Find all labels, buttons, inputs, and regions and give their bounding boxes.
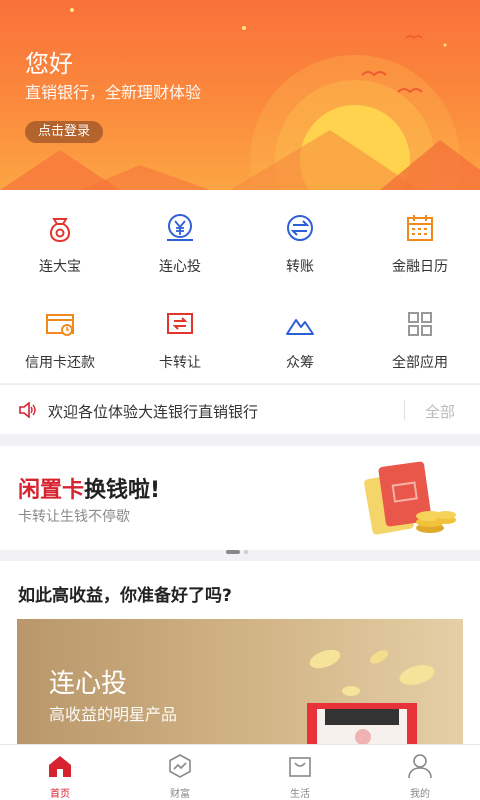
login-button[interactable]: 点击登录 bbox=[25, 121, 104, 143]
quick-action-card-transfer[interactable]: 卡转让 bbox=[120, 286, 240, 382]
quick-action-transfer[interactable]: 转账 bbox=[240, 190, 360, 286]
quick-action-liandabao[interactable]: 连大宝 bbox=[0, 190, 120, 286]
promo-subtitle: 卡转让生钱不停歇 bbox=[18, 509, 130, 525]
calendar-icon bbox=[407, 215, 433, 241]
quick-action-credit-card[interactable]: 信用卡还款 bbox=[0, 286, 120, 382]
promo-title-highlight: 闲置卡 bbox=[18, 478, 85, 503]
quick-action-label: 金融日历 bbox=[392, 259, 448, 275]
quick-action-label: 全部应用 bbox=[392, 355, 448, 371]
credit-card-icon bbox=[46, 314, 74, 336]
tab-home[interactable]: 首页 bbox=[0, 745, 120, 800]
quick-actions-grid: 连大宝 连心投 转账 金融日历 信用卡还款 卡转让 众筹 全部应用 bbox=[0, 190, 480, 383]
grid-apps-icon bbox=[408, 312, 432, 336]
quick-action-lianxintou[interactable]: 连心投 bbox=[120, 190, 240, 286]
view-all-link[interactable]: 全部 bbox=[425, 401, 455, 422]
divider bbox=[404, 400, 405, 420]
section-heading: 如此高收益，你准备好了吗? bbox=[18, 586, 232, 606]
promo-title-rest: 换钱啦! bbox=[84, 478, 161, 503]
greeting-subtitle: 直销银行，全新理财体验 bbox=[25, 83, 202, 102]
speaker-icon bbox=[19, 402, 36, 418]
carousel-dot bbox=[244, 550, 248, 554]
product-card-title: 连心投 bbox=[49, 669, 128, 699]
money-bag-icon bbox=[50, 218, 70, 243]
promo-title: 闲置卡换钱啦! bbox=[18, 472, 160, 504]
quick-action-label: 连大宝 bbox=[39, 259, 81, 275]
quick-action-label: 转账 bbox=[286, 259, 314, 275]
tab-mine[interactable]: 我的 bbox=[360, 745, 480, 800]
announcement-bar[interactable]: 欢迎各位体验大连银行直销银行 全部 bbox=[0, 384, 480, 434]
gift-box-coins-illustration bbox=[307, 649, 435, 749]
transfer-icon bbox=[287, 215, 313, 241]
greeting-title: 您好 bbox=[25, 50, 73, 78]
tab-life[interactable]: 生活 bbox=[240, 745, 360, 800]
cards-coins-illustration bbox=[364, 461, 456, 535]
header-banner: 您好 直销银行，全新理财体验 点击登录 bbox=[0, 0, 480, 190]
quick-action-calendar[interactable]: 金融日历 bbox=[360, 190, 480, 286]
announcement-text: 欢迎各位体验大连银行直销银行 bbox=[48, 403, 259, 421]
tab-label: 我的 bbox=[410, 789, 430, 800]
promo-banner[interactable]: 闲置卡换钱啦! 卡转让生钱不停歇 bbox=[0, 446, 480, 554]
high-yield-section: 如此高收益，你准备好了吗? 连心投 高收益的明星产品 bbox=[0, 561, 480, 751]
quick-action-all-apps[interactable]: 全部应用 bbox=[360, 286, 480, 382]
tab-label: 生活 bbox=[290, 789, 310, 800]
quick-action-crowdfunding[interactable]: 众筹 bbox=[240, 286, 360, 382]
quick-action-label: 信用卡还款 bbox=[25, 355, 95, 371]
lianxintou-product-card[interactable]: 连心投 高收益的明星产品 bbox=[17, 619, 463, 749]
mountain-icon bbox=[286, 319, 314, 335]
tab-label: 财富 bbox=[170, 789, 190, 800]
quick-action-label: 卡转让 bbox=[159, 355, 201, 371]
product-card-subtitle: 高收益的明星产品 bbox=[49, 705, 178, 724]
carousel-indicator bbox=[226, 539, 252, 558]
home-icon bbox=[49, 756, 71, 777]
tab-label: 首页 bbox=[50, 789, 70, 800]
wealth-icon bbox=[169, 754, 191, 778]
quick-action-label: 连心投 bbox=[159, 259, 201, 275]
tab-wealth[interactable]: 财富 bbox=[120, 745, 240, 800]
card-transfer-icon bbox=[167, 313, 193, 334]
life-bag-icon bbox=[289, 757, 311, 777]
quick-action-label: 众筹 bbox=[286, 355, 314, 371]
bottom-tab-bar: 首页 财富 生活 我的 bbox=[0, 744, 480, 800]
carousel-dot-active bbox=[226, 550, 240, 554]
user-icon bbox=[408, 754, 432, 779]
yuan-coin-icon bbox=[167, 214, 193, 241]
